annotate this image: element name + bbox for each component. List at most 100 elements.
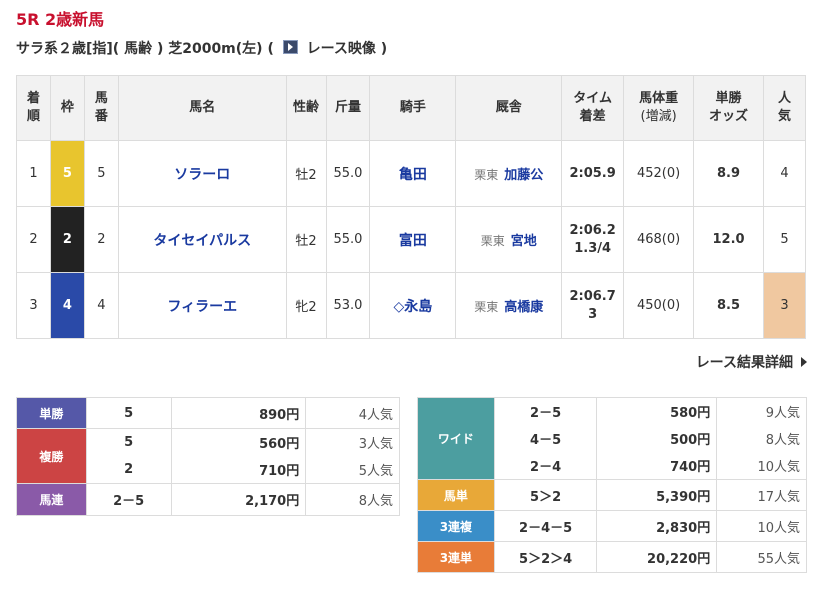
trainer-link[interactable]: 高橋康 [504, 300, 543, 315]
sanrentan-pop: 55人気 [716, 541, 807, 573]
payout-row-sanrentan: 3連単 5＞2＞4 20,220円 55人気 [417, 541, 807, 573]
sanrenpuku-amount: 2,830円 [596, 510, 718, 542]
wide-nums: 2－5 [493, 397, 598, 425]
header-weight: 斤量 [325, 75, 371, 141]
video-icon[interactable] [282, 40, 298, 54]
race-conditions-close: ) [380, 41, 388, 57]
sanrenpuku-nums: 2－4－5 [493, 510, 598, 542]
time-cell: 2:06.7 3 [561, 272, 625, 339]
pop-cell: 5 [762, 206, 807, 273]
table-row: 3 4 4 フィラーエ 牝2 53.0 ◇永島 栗東 高橋康 2:06.7 3 45… [16, 272, 807, 339]
horse-link[interactable]: ソラーロ [174, 167, 230, 183]
rank-cell: 2 [16, 206, 51, 273]
sanrentan-label: 3連単 [417, 541, 495, 573]
body-cell: 468(0) [623, 206, 695, 273]
sexage-cell: 牡2 [285, 140, 327, 207]
wide-pop: 8人気 [716, 425, 807, 452]
time-cell: 2:06.2 1.3/4 [561, 206, 625, 273]
race-conditions: サラ系２歳[指]( 馬齢 ) 芝2000m(左) ( レース映像 ) [16, 38, 387, 58]
trainer-cell: 栗東 宮地 [455, 206, 563, 273]
header-frame: 枠 [49, 75, 85, 141]
tansho-amount: 890円 [170, 397, 307, 429]
results-header-row: 着順 枠 馬番 馬名 性齢 斤量 騎手 厩舎 タイム 着差 馬体重 (増減) 単勝オ… [16, 75, 807, 141]
payout-row-tansho: 単勝 5 890円 4人気 [16, 397, 400, 429]
horse-cell: フィラーエ [117, 272, 287, 339]
tansho-pop: 4人気 [305, 397, 400, 429]
header-time: タイム 着差 [561, 75, 625, 141]
jockey-cell: 富田 [369, 206, 457, 273]
jockey-cell: 亀田 [369, 140, 457, 207]
race-title: 5R 2歳新馬 [16, 10, 105, 29]
sanrenpuku-pop: 10人気 [716, 510, 807, 542]
chevron-right-icon [801, 357, 807, 367]
horse-link[interactable]: フィラーエ [167, 299, 237, 315]
num-cell: 5 [83, 140, 119, 207]
table-row: 1 5 5 ソラーロ 牡2 55.0 亀田 栗東 加藤公 2:05.9 452(0… [16, 140, 807, 207]
umaren-label: 馬連 [16, 483, 87, 516]
tansho-nums: 5 [85, 397, 172, 429]
trainer-link[interactable]: 宮地 [511, 234, 537, 249]
race-detail-label: レース結果詳細 [695, 355, 793, 371]
sanrenpuku-label: 3連複 [417, 510, 495, 542]
umaren-nums: 2－5 [85, 483, 172, 516]
time-cell: 2:05.9 [561, 140, 625, 207]
margin-text: 3 [588, 306, 598, 322]
sanrentan-amount: 20,220円 [596, 541, 718, 573]
fukusho-nums: 5 [85, 428, 172, 456]
umaren-pop: 8人気 [305, 483, 400, 516]
rank-cell: 3 [16, 272, 51, 339]
sanrentan-nums: 5＞2＞4 [493, 541, 598, 573]
wide-nums: 4－5 [493, 425, 598, 452]
wide-pop: 10人気 [716, 452, 807, 480]
race-video-link[interactable]: レース映像 [307, 41, 376, 57]
fukusho-amount: 710円 [170, 456, 307, 484]
body-cell: 452(0) [623, 140, 695, 207]
rank-cell: 1 [16, 140, 51, 207]
margin-text: 1.3/4 [574, 240, 612, 256]
umatan-pop: 17人気 [716, 479, 807, 511]
payout-row-umatan: 馬単 5＞2 5,390円 17人気 [417, 479, 807, 511]
header-rank: 着順 [16, 75, 51, 141]
race-conditions-text: サラ系２歳[指]( 馬齢 ) 芝2000m(左) ( [16, 41, 274, 57]
table-row: 2 2 2 タイセイパルス 牡2 55.0 富田 栗東 宮地 2:06.2 1.3/… [16, 206, 807, 273]
frame-cell: 2 [49, 206, 85, 273]
umatan-nums: 5＞2 [493, 479, 598, 511]
jockey-link[interactable]: ◇永島 [394, 299, 433, 315]
umatan-label: 馬単 [417, 479, 495, 511]
pop-cell: 3 [762, 272, 807, 339]
num-cell: 4 [83, 272, 119, 339]
payout-table-left: 単勝 5 890円 4人気 複勝 5 560円 3人気 2 710円 5人気 馬… [16, 397, 400, 516]
umatan-amount: 5,390円 [596, 479, 718, 511]
fukusho-pop: 3人気 [305, 428, 400, 456]
header-num: 馬番 [83, 75, 119, 141]
weight-cell: 55.0 [325, 140, 371, 207]
trainer-link[interactable]: 加藤公 [504, 168, 543, 183]
header-horse: 馬名 [117, 75, 287, 141]
sexage-cell: 牝2 [285, 272, 327, 339]
jockey-link[interactable]: 亀田 [399, 167, 427, 183]
header-jockey: 騎手 [369, 75, 457, 141]
frame-cell: 4 [49, 272, 85, 339]
jockey-link[interactable]: 富田 [399, 233, 427, 249]
race-detail-link[interactable]: レース結果詳細 [696, 352, 807, 372]
trainer-area: 栗東 [474, 168, 499, 182]
tansho-label: 単勝 [16, 397, 87, 429]
payout-row-wide: ワイド 2－5 580円 9人気 [417, 397, 807, 480]
header-trainer: 厩舎 [455, 75, 563, 141]
wide-amount: 740円 [596, 452, 718, 480]
payout-table-right: ワイド 2－5 580円 9人気 4－5 500円 8人気 2－4 740円 1… [417, 397, 807, 573]
fukusho-pop: 5人気 [305, 456, 400, 484]
weight-cell: 55.0 [325, 206, 371, 273]
horse-link[interactable]: タイセイパルス [153, 233, 251, 249]
odds-cell: 8.9 [693, 140, 764, 207]
results-table: 着順 枠 馬番 馬名 性齢 斤量 騎手 厩舎 タイム 着差 馬体重 (増減) 単勝オ… [16, 75, 807, 339]
umaren-amount: 2,170円 [170, 483, 307, 516]
horse-cell: ソラーロ [117, 140, 287, 207]
header-sexage: 性齢 [285, 75, 327, 141]
trainer-cell: 栗東 加藤公 [455, 140, 563, 207]
header-odds: 単勝 オッズ [693, 75, 764, 141]
header-body: 馬体重 (増減) [623, 75, 695, 141]
odds-cell: 8.5 [693, 272, 764, 339]
sexage-cell: 牡2 [285, 206, 327, 273]
frame-cell: 5 [49, 140, 85, 207]
